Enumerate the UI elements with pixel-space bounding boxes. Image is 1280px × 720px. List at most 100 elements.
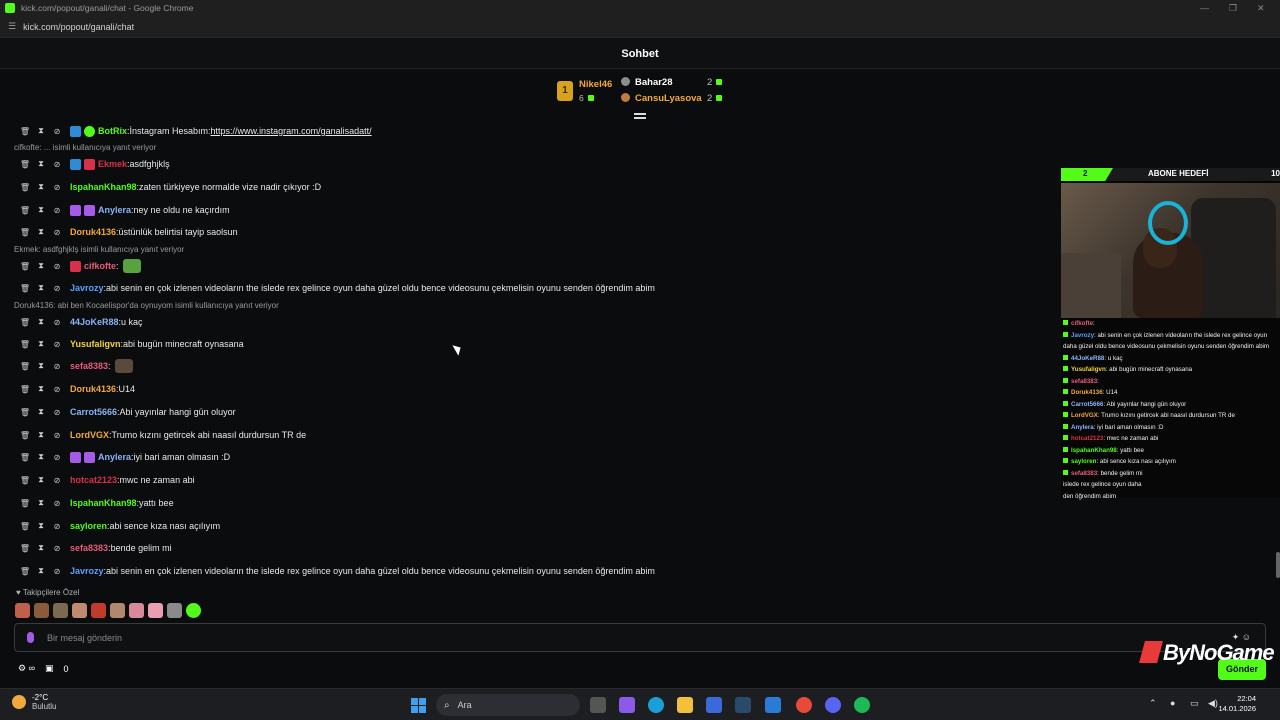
mod-actions[interactable]: 🗑 ⧗ ⊘: [18, 566, 66, 576]
mod-actions[interactable]: 🗑 ⧗ ⊘: [18, 159, 66, 169]
ban-icon[interactable]: ⊘: [50, 206, 64, 215]
delete-icon[interactable]: 🗑: [18, 453, 32, 462]
timeout-icon[interactable]: ⧗: [34, 159, 48, 169]
delete-icon[interactable]: 🗑: [18, 476, 32, 485]
timeout-icon[interactable]: ⧗: [34, 283, 48, 293]
chat-message[interactable]: 🗑 ⧗ ⊘ Javrozy: abi senin en çok izlenen vid…: [18, 280, 655, 296]
ban-icon[interactable]: ⊘: [50, 262, 64, 271]
mod-actions[interactable]: 🗑 ⧗ ⊘: [18, 475, 66, 485]
timeout-icon[interactable]: ⧗: [34, 521, 48, 531]
spotify-icon[interactable]: [854, 697, 870, 713]
chat-username[interactable]: Doruk4136: [70, 227, 116, 237]
chat-message[interactable]: 🗑 ⧗ ⊘ BotRix: İnstagram Hesabım: https://ww…: [18, 123, 372, 139]
chat-message[interactable]: 🗑 ⧗ ⊘ Anylera: ney ne oldu ne kaçırdım: [18, 202, 230, 218]
chat-username[interactable]: IspahanKhan98: [70, 498, 137, 508]
ban-icon[interactable]: ⊘: [50, 385, 64, 394]
timeout-icon[interactable]: ⧗: [34, 498, 48, 508]
ban-icon[interactable]: ⊘: [50, 318, 64, 327]
ban-icon[interactable]: ⊘: [50, 284, 64, 293]
network-icon[interactable]: ▭: [1190, 698, 1199, 709]
chat-username[interactable]: Anylera: [98, 205, 131, 215]
delete-icon[interactable]: 🗑: [18, 499, 32, 508]
chat-message[interactable]: 🗑 ⧗ ⊘ Yusufaligvn: abi bugün minecraft oyna…: [18, 336, 244, 352]
timeout-icon[interactable]: ⧗: [34, 126, 48, 136]
chat-username[interactable]: Ekmek: [98, 159, 127, 169]
delete-icon[interactable]: 🗑: [18, 127, 32, 136]
timeout-icon[interactable]: ⧗: [34, 430, 48, 440]
chat-message[interactable]: 🗑 ⧗ ⊘ IspahanKhan98: zaten türkiyeye normal…: [18, 179, 321, 195]
emote-icon[interactable]: [110, 603, 125, 618]
mod-actions[interactable]: 🗑 ⧗ ⊘: [18, 407, 66, 417]
ban-icon[interactable]: ⊘: [50, 499, 64, 508]
chat-message-link[interactable]: https://www.instagram.com/ganalisadatt/: [211, 126, 372, 136]
chrome-icon[interactable]: [796, 697, 812, 713]
chat-username[interactable]: Anylera: [98, 452, 131, 462]
ban-icon[interactable]: ⊘: [50, 362, 64, 371]
chat-message[interactable]: 🗑 ⧗ ⊘ sayloren: abi sence kıza nası açılıyı…: [18, 518, 220, 534]
timeout-icon[interactable]: ⧗: [34, 452, 48, 462]
chat-username[interactable]: sefa8383: [70, 543, 108, 553]
chat-message[interactable]: 🗑 ⧗ ⊘ sefa8383:: [18, 358, 133, 374]
chat-message[interactable]: 🗑 ⧗ ⊘ Carrot5666: Abi yayınlar hangi gün ol…: [18, 404, 236, 420]
store-icon[interactable]: [706, 697, 722, 713]
mod-actions[interactable]: 🗑 ⧗ ⊘: [18, 543, 66, 553]
delete-icon[interactable]: 🗑: [18, 340, 32, 349]
timeout-icon[interactable]: ⧗: [34, 566, 48, 576]
delete-icon[interactable]: 🗑: [18, 408, 32, 417]
delete-icon[interactable]: 🗑: [18, 567, 32, 576]
mod-actions[interactable]: 🗑 ⧗ ⊘: [18, 283, 66, 293]
emote-icon[interactable]: [129, 603, 144, 618]
emote-icon[interactable]: [148, 603, 163, 618]
chat-message[interactable]: 🗑 ⧗ ⊘ hotcat2123: mwc ne zaman abi: [18, 472, 195, 488]
delete-icon[interactable]: 🗑: [18, 183, 32, 192]
chat-message[interactable]: 🗑 ⧗ ⊘ IspahanKhan98: yattı bee: [18, 495, 174, 511]
chat-message[interactable]: 🗑 ⧗ ⊘ Anylera: iyi bari aman olmasın :D: [18, 449, 230, 465]
ban-icon[interactable]: ⊘: [50, 567, 64, 576]
emote-icon[interactable]: [167, 603, 182, 618]
chat-username[interactable]: hotcat2123: [70, 475, 117, 485]
chat-username[interactable]: Javrozy: [70, 566, 104, 576]
chat-message[interactable]: 🗑 ⧗ ⊘ cifkofte:: [18, 258, 141, 274]
timeout-icon[interactable]: ⧗: [34, 205, 48, 215]
restore-icon[interactable]: ❐: [1229, 3, 1237, 14]
delete-icon[interactable]: 🗑: [18, 362, 32, 371]
chat-username[interactable]: Doruk4136: [70, 384, 116, 394]
chat-message[interactable]: 🗑 ⧗ ⊘ 44JoKeR88: u kaç: [18, 314, 143, 330]
delete-icon[interactable]: 🗑: [18, 228, 32, 237]
timeout-icon[interactable]: ⧗: [34, 182, 48, 192]
timeout-icon[interactable]: ⧗: [34, 317, 48, 327]
taskbar-search[interactable]: ⌕ Ara: [436, 694, 580, 716]
emote-icon[interactable]: [53, 603, 68, 618]
ban-icon[interactable]: ⊘: [50, 160, 64, 169]
timeout-icon[interactable]: ⧗: [34, 543, 48, 553]
timeout-icon[interactable]: ⧗: [34, 339, 48, 349]
chat-username[interactable]: 44JoKeR88: [70, 317, 119, 327]
ban-icon[interactable]: ⊘: [50, 476, 64, 485]
ban-icon[interactable]: ⊘: [50, 544, 64, 553]
emote-icon[interactable]: [186, 603, 201, 618]
leader-first-name[interactable]: Nikel46: [579, 79, 612, 90]
ban-icon[interactable]: ⊘: [50, 431, 64, 440]
mod-actions[interactable]: 🗑 ⧗ ⊘: [18, 452, 66, 462]
chat-username[interactable]: Javrozy: [70, 283, 104, 293]
timeout-icon[interactable]: ⧗: [34, 361, 48, 371]
ban-icon[interactable]: ⊘: [50, 127, 64, 136]
emote-icon[interactable]: [91, 603, 106, 618]
timeout-icon[interactable]: ⧗: [34, 475, 48, 485]
ban-icon[interactable]: ⊘: [50, 228, 64, 237]
copilot-icon[interactable]: [619, 697, 635, 713]
ban-icon[interactable]: ⊘: [50, 453, 64, 462]
volume-icon[interactable]: ◀): [1208, 698, 1218, 709]
clock[interactable]: 22:04 14.01.2026: [1218, 694, 1256, 714]
leader-third[interactable]: CansuLyasova 2: [621, 93, 723, 104]
chat-input[interactable]: Bir mesaj gönderin ✦ ☺: [14, 623, 1266, 652]
ban-icon[interactable]: ⊘: [50, 522, 64, 531]
discord-icon[interactable]: [825, 697, 841, 713]
mod-actions[interactable]: 🗑 ⧗ ⊘: [18, 227, 66, 237]
emote-icon[interactable]: [34, 603, 49, 618]
steam-icon[interactable]: [735, 697, 751, 713]
minimize-icon[interactable]: —: [1200, 3, 1209, 13]
mod-actions[interactable]: 🗑 ⧗ ⊘: [18, 182, 66, 192]
mod-actions[interactable]: 🗑 ⧗ ⊘: [18, 339, 66, 349]
chat-message-list[interactable]: 🗑 ⧗ ⊘ BotRix: İnstagram Hesabım: https://ww…: [0, 122, 1060, 582]
